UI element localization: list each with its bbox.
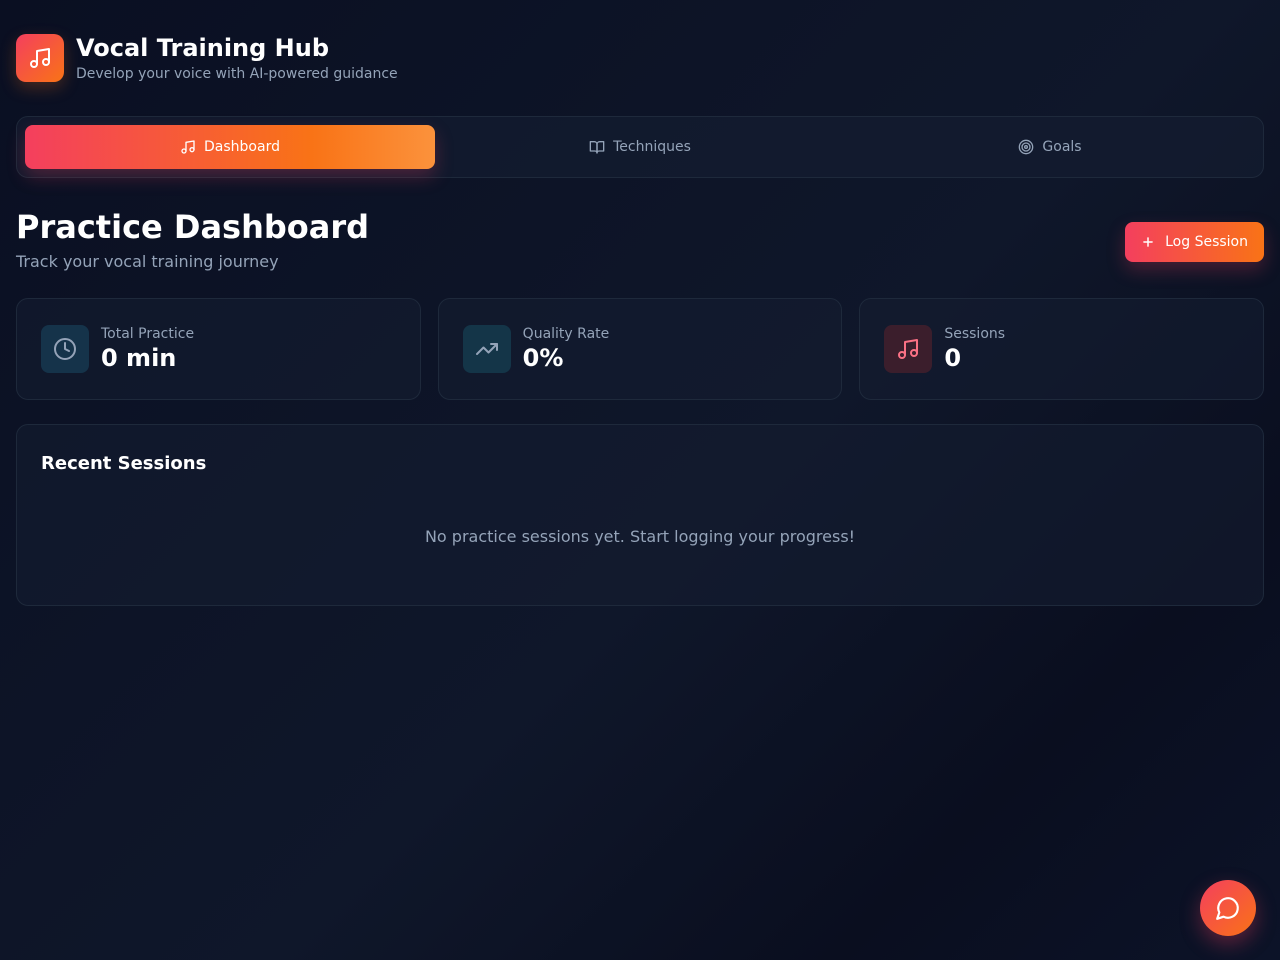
- chat-button[interactable]: [1200, 880, 1256, 936]
- plus-icon: [1143, 237, 1153, 247]
- app-title: Vocal Training Hub: [76, 34, 330, 62]
- stat-label: Sessions: [944, 326, 1006, 342]
- app-header: Vocal Training Hub Develop your voice wi…: [16, 34, 398, 82]
- tab-techniques[interactable]: Techniques: [435, 125, 845, 169]
- header-text: Vocal Training Hub Develop your voice wi…: [76, 34, 398, 82]
- main-tabs: Dashboard Techniques Goals: [16, 116, 1264, 178]
- recent-sessions-card: Recent Sessions No practice sessions yet…: [16, 424, 1264, 606]
- music-note-icon: [898, 339, 919, 359]
- stat-card-total-practice: Total Practice 0 min: [16, 298, 421, 400]
- stat-card-sessions: Sessions 0: [859, 298, 1265, 400]
- clock-icon: [54, 338, 76, 360]
- tab-label: Dashboard: [204, 139, 280, 155]
- music-note-icon: [30, 48, 50, 68]
- trending-up-icon: [475, 343, 498, 355]
- stat-value: 0: [944, 344, 962, 372]
- stat-icon-box: [41, 325, 89, 373]
- stat-icon-box: [884, 325, 933, 373]
- app-subtitle: Develop your voice with AI-powered guida…: [76, 66, 398, 82]
- tab-goals[interactable]: Goals: [845, 125, 1255, 169]
- music-note-icon: [181, 140, 195, 154]
- stat-value: 0%: [522, 344, 564, 372]
- tab-label: Techniques: [613, 139, 691, 155]
- chat-bubble-icon: [1216, 897, 1239, 920]
- book-open-icon: [589, 141, 605, 154]
- stat-label: Total Practice: [101, 326, 195, 342]
- log-session-label: Log Session: [1165, 234, 1248, 250]
- log-session-button[interactable]: Log Session: [1125, 222, 1264, 262]
- page-subtitle: Track your vocal training journey: [16, 252, 279, 271]
- stat-value: 0 min: [101, 344, 177, 372]
- stat-card-quality-rate: Quality Rate 0%: [437, 298, 843, 400]
- stat-icon-box: [462, 325, 511, 373]
- stat-label: Quality Rate: [522, 326, 610, 342]
- tab-dashboard[interactable]: Dashboard: [25, 125, 435, 169]
- page-title: Practice Dashboard: [16, 208, 370, 246]
- recent-sessions-title: Recent Sessions: [41, 453, 207, 474]
- stat-text: Quality Rate 0%: [523, 326, 610, 372]
- empty-state-message: No practice sessions yet. Start logging …: [424, 527, 856, 546]
- tab-label: Goals: [1042, 139, 1082, 155]
- stat-text: Total Practice 0 min: [101, 326, 194, 372]
- stats-row: Total Practice 0 min Quality Rate 0% Ses…: [16, 298, 1265, 400]
- app-logo: [16, 34, 64, 82]
- stat-text: Sessions 0: [944, 326, 1005, 372]
- target-icon: [1019, 139, 1034, 155]
